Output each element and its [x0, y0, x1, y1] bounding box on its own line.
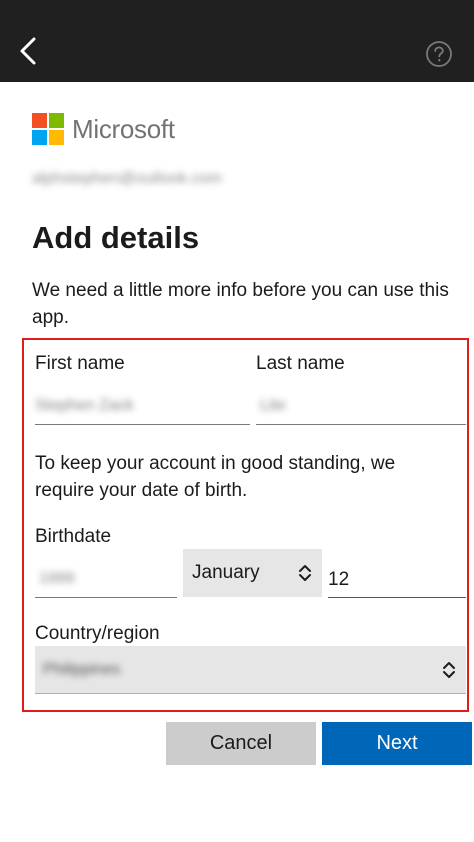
- brand-name: Microsoft: [72, 113, 175, 144]
- dob-notice: To keep your account in good standing, w…: [35, 453, 396, 501]
- first-name-label: First name: [35, 353, 125, 374]
- country-label: Country/region: [35, 623, 160, 644]
- birth-year-field[interactable]: 1999: [35, 562, 177, 598]
- cancel-button[interactable]: Cancel: [166, 722, 316, 765]
- intro-text: We need a little more info before you ca…: [32, 280, 449, 328]
- last-name-value: Lite: [260, 397, 286, 414]
- microsoft-logo: Microsoft: [32, 112, 175, 146]
- birth-month-select[interactable]: January: [183, 549, 322, 597]
- account-email: alphstephen@outlook.com: [32, 170, 222, 187]
- country-value: Philippines: [43, 660, 121, 678]
- birth-day-value: 12: [328, 569, 350, 590]
- microsoft-logo-icon: [32, 113, 64, 145]
- top-bar: [0, 0, 474, 82]
- country-select[interactable]: Philippines: [35, 646, 466, 694]
- page-title: Add details: [32, 220, 200, 255]
- chevron-updown-icon: [443, 661, 455, 678]
- birth-day-field[interactable]: 12: [328, 562, 466, 598]
- chevron-updown-icon: [299, 565, 311, 581]
- birthdate-label: Birthdate: [35, 526, 112, 547]
- first-name-field[interactable]: Stephen Zack: [35, 389, 250, 425]
- last-name-label: Last name: [256, 353, 345, 374]
- birth-month-value: January: [192, 562, 260, 583]
- birth-year-value: 1999: [39, 570, 75, 587]
- chevron-left-icon[interactable]: [16, 36, 42, 66]
- next-button[interactable]: Next: [322, 722, 472, 765]
- last-name-field[interactable]: Lite: [256, 389, 466, 425]
- first-name-value: Stephen Zack: [35, 397, 134, 414]
- question-circle-icon[interactable]: [425, 40, 453, 68]
